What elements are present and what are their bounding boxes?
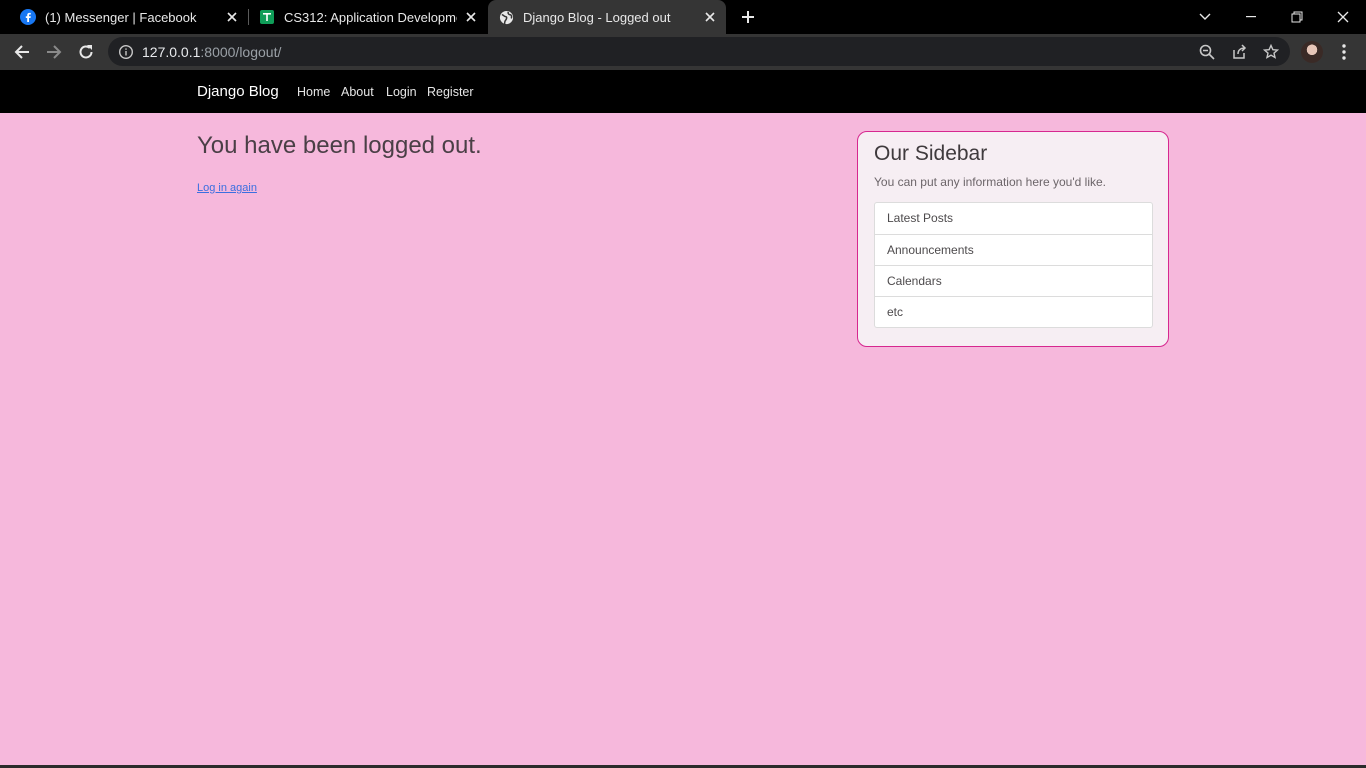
- browser-menu-button[interactable]: [1336, 41, 1352, 63]
- browser-toolbar: 127.0.0.1:8000/logout/: [0, 34, 1366, 70]
- sidebar-item-calendars[interactable]: Calendars: [875, 265, 1152, 296]
- tab-title: CS312: Application Development: [284, 9, 457, 25]
- reload-icon: [79, 45, 93, 59]
- arrow-left-icon: [14, 45, 29, 59]
- close-tab-icon[interactable]: [702, 9, 718, 25]
- reload-button[interactable]: [72, 38, 100, 66]
- address-bar[interactable]: 127.0.0.1:8000/logout/: [108, 37, 1290, 66]
- browser-tab-strip: (1) Messenger | Facebook CS312: Applicat…: [0, 0, 1366, 34]
- page-title: You have been logged out.: [197, 132, 482, 159]
- nav-login[interactable]: Login: [386, 85, 417, 99]
- close-tab-icon[interactable]: [224, 9, 240, 25]
- close-icon: [1337, 11, 1349, 23]
- sidebar: Our Sidebar You can put any information …: [857, 131, 1169, 347]
- close-window-button[interactable]: [1320, 0, 1366, 34]
- arrow-right-icon: [47, 45, 62, 59]
- restore-button[interactable]: [1274, 0, 1320, 34]
- tab-cs312[interactable]: CS312: Application Development: [251, 0, 487, 34]
- tab-messenger[interactable]: (1) Messenger | Facebook: [12, 0, 248, 34]
- new-tab-button[interactable]: [738, 7, 758, 27]
- tab-django-blog[interactable]: Django Blog - Logged out: [488, 0, 726, 34]
- nav-about[interactable]: About: [341, 85, 374, 99]
- url-host: 127.0.0.1: [142, 44, 201, 60]
- restore-icon: [1291, 11, 1303, 23]
- plus-icon: [742, 11, 754, 23]
- profile-avatar[interactable]: [1301, 41, 1323, 63]
- share-icon[interactable]: [1230, 43, 1248, 61]
- minimize-button[interactable]: [1228, 0, 1274, 34]
- sidebar-title: Our Sidebar: [874, 142, 988, 165]
- sidebar-item-announcements[interactable]: Announcements: [875, 234, 1152, 265]
- login-again-link[interactable]: Log in again: [197, 182, 257, 194]
- facebook-icon: [20, 9, 36, 25]
- site-navbar: Django Blog Home About Login Register: [0, 70, 1366, 113]
- close-tab-icon[interactable]: [463, 9, 479, 25]
- nav-register[interactable]: Register: [427, 85, 474, 99]
- forward-button[interactable]: [40, 38, 68, 66]
- nav-home[interactable]: Home: [297, 85, 330, 99]
- url-text[interactable]: 127.0.0.1:8000/logout/: [142, 44, 281, 60]
- globe-icon: [498, 9, 514, 25]
- tab-search-button[interactable]: [1182, 0, 1228, 34]
- more-vert-icon: [1342, 44, 1346, 60]
- zoom-icon[interactable]: [1198, 43, 1216, 61]
- tab-separator: [248, 9, 249, 25]
- info-icon[interactable]: [118, 44, 134, 60]
- tab-title: Django Blog - Logged out: [523, 9, 671, 25]
- url-path: :8000/logout/: [200, 44, 282, 60]
- bookmark-star-icon[interactable]: [1262, 43, 1280, 61]
- site-brand[interactable]: Django Blog: [197, 83, 279, 100]
- google-classroom-icon: [259, 9, 275, 25]
- sidebar-subtitle: You can put any information here you'd l…: [874, 175, 1106, 189]
- minimize-icon: [1246, 16, 1256, 18]
- sidebar-list: Latest Posts Announcements Calendars etc: [874, 202, 1153, 328]
- sidebar-item-latest-posts[interactable]: Latest Posts: [875, 203, 1152, 234]
- chevron-down-icon: [1199, 13, 1211, 20]
- tab-title: (1) Messenger | Facebook: [45, 9, 197, 25]
- sidebar-item-etc[interactable]: etc: [875, 296, 1152, 327]
- back-button[interactable]: [8, 38, 36, 66]
